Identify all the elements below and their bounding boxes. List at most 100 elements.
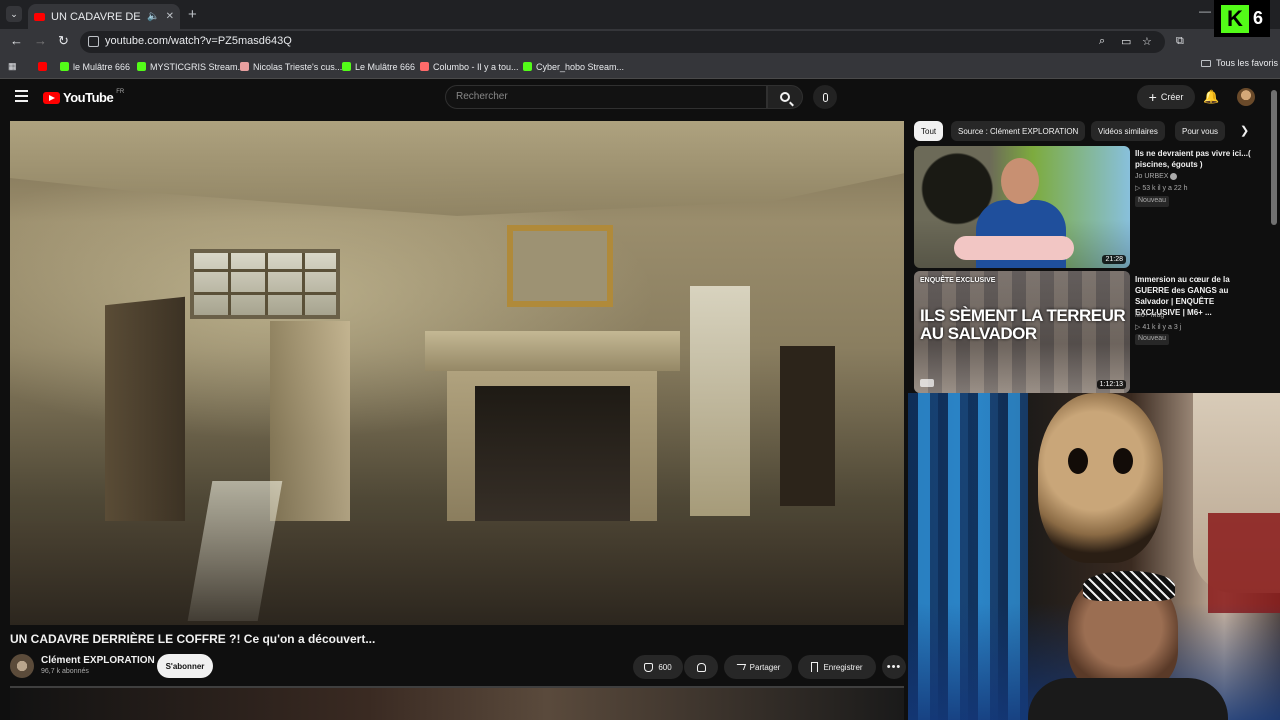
share-button[interactable]: Partager <box>724 655 792 679</box>
new-badge: Nouveau <box>1135 196 1170 207</box>
dislike-button[interactable] <box>684 655 718 679</box>
bookmark-5[interactable]: Columbo - Il y a tou... <box>420 58 519 75</box>
bookmark-4[interactable]: Le Mulâtre 666 <box>342 58 415 75</box>
folder-icon <box>1201 59 1211 67</box>
page-scrollbar[interactable] <box>1271 90 1277 225</box>
youtube-play-icon <box>43 91 60 104</box>
duration-badge: 1:12:13 <box>1096 380 1126 389</box>
webcam-red-fabric <box>1208 513 1280 613</box>
rec-thumbnail[interactable]: 21:28 <box>914 146 1130 268</box>
rec-channel-name: Jo URBEX <box>1135 173 1169 180</box>
save-button[interactable]: Enregistrer <box>798 655 876 679</box>
rec-thumbnail[interactable]: ENQUÊTE EXCLUSIVE ILS SÈMENT LA TERREUR … <box>914 271 1130 393</box>
chip-all[interactable]: Tout <box>914 121 944 141</box>
share-label: Partager <box>749 662 781 672</box>
rec-title[interactable]: Ils ne devraient pas vivre ici...( pisci… <box>1135 148 1260 170</box>
bookmark-label: Le Mulâtre 666 <box>355 61 416 72</box>
thumbs-up-icon <box>644 662 654 672</box>
tab-close-icon[interactable]: ✕ <box>166 11 174 22</box>
video-player[interactable] <box>10 121 904 625</box>
rec-meta: ▷ 41 k il y a 3 j <box>1135 324 1182 331</box>
more-icon: ••• <box>886 661 902 673</box>
verified-icon <box>1170 172 1178 180</box>
scene-window <box>190 249 340 319</box>
bookmark-star-icon[interactable]: ☆ <box>1142 35 1152 48</box>
bookmark-icon <box>240 62 249 71</box>
create-label: Créer <box>1160 92 1184 102</box>
channel-name[interactable]: Clément EXPLORATION <box>41 655 155 666</box>
menu-icon[interactable] <box>15 90 28 105</box>
rec-channel[interactable]: M6+ Mag <box>1135 310 1164 322</box>
bookmark-youtube[interactable] <box>38 58 47 75</box>
microphone-icon <box>822 92 828 102</box>
share-icon <box>734 664 746 670</box>
url-text[interactable]: youtube.com/watch?v=PZ5masd643Q <box>105 35 292 47</box>
bookmark-label: Columbo - Il y a tou... <box>433 61 519 72</box>
bookmark-2[interactable]: MYSTICGRIS Stream... <box>137 58 245 75</box>
speaker-icon[interactable]: 🔈 <box>147 11 159 22</box>
bookmark-6[interactable]: Cyber_hobo Stream... <box>523 58 624 75</box>
bookmark-3[interactable]: Nicolas Trieste's cus... <box>240 58 342 75</box>
youtube-favicon-icon <box>34 12 45 21</box>
watched-progress <box>920 379 934 387</box>
youtube-logo[interactable]: YouTube FR <box>43 89 124 105</box>
scene-gilded-frame <box>507 225 613 307</box>
scene-door-right <box>690 286 750 516</box>
minimize-window-icon[interactable]: — <box>1199 4 1211 18</box>
apps-grid-icon[interactable]: ▦ <box>8 58 17 75</box>
bookmark-icon <box>342 62 351 71</box>
skull-eye <box>1113 448 1133 474</box>
kick-badge-number: 6 <box>1252 8 1263 28</box>
all-favorites[interactable]: Tous les favoris <box>1201 58 1278 68</box>
bookmark-icon <box>420 62 429 71</box>
kick-overlay-badge: K 6 <box>1214 0 1270 37</box>
subscriber-count: 96,7 k abonnés <box>41 668 89 675</box>
chip-source[interactable]: Source : Clément EXPLORATION <box>951 121 1086 141</box>
chevron-right-icon[interactable]: ❯ <box>1240 124 1249 137</box>
scene-doorway <box>780 346 835 506</box>
streamer-shirt <box>1028 678 1228 720</box>
chip-similar[interactable]: Vidéos similaires <box>1091 121 1165 141</box>
rec-channel[interactable]: Jo URBEX <box>1135 171 1178 183</box>
voice-search-button[interactable] <box>813 85 837 109</box>
new-badge: Nouveau <box>1135 334 1170 345</box>
new-tab-button[interactable]: + <box>188 6 197 23</box>
youtube-icon <box>38 62 47 71</box>
account-avatar[interactable] <box>1237 88 1255 106</box>
bookmark-icon <box>60 62 69 71</box>
tab-search-button[interactable]: ⌄ <box>6 6 22 22</box>
chip-for-you[interactable]: Pour vous <box>1175 121 1226 141</box>
reload-icon[interactable]: ↻ <box>58 33 69 49</box>
like-button[interactable]: 600 <box>633 655 683 679</box>
extensions-icon[interactable]: ⧉ <box>1176 35 1184 48</box>
search-button[interactable] <box>767 85 803 109</box>
browser-tab-active[interactable]: UN CADAVRE DERRIÈRE LE 🔈 ✕ <box>28 4 180 29</box>
forward-icon[interactable]: → <box>34 33 47 48</box>
zoom-icon[interactable]: ⌕ <box>1099 35 1105 48</box>
subscribe-button[interactable]: S'abonner <box>157 654 213 678</box>
create-button[interactable]: + Créer <box>1137 85 1195 109</box>
search-icon <box>780 92 790 102</box>
bookmark-label: MYSTICGRIS Stream... <box>150 61 246 72</box>
kick-logo: K <box>1220 4 1249 33</box>
thumbs-down-icon <box>696 662 706 672</box>
back-icon[interactable]: ← <box>10 33 23 48</box>
channel-avatar[interactable] <box>10 654 34 678</box>
duration-badge: 21:28 <box>1102 255 1126 264</box>
scene-ceiling <box>10 121 904 216</box>
scene-hearth <box>475 386 630 541</box>
kick-icon <box>523 62 532 71</box>
description-preview <box>10 686 904 720</box>
webcam-overlay <box>908 393 1280 720</box>
save-icon <box>811 662 819 672</box>
all-favorites-label: Tous les favoris <box>1216 58 1279 68</box>
kick-icon <box>137 62 146 71</box>
more-actions-button[interactable]: ••• <box>882 655 906 679</box>
scene-mantel <box>425 331 680 371</box>
youtube-logo-text: YouTube <box>63 90 114 105</box>
bookmark-1[interactable]: le Mulâtre 666 <box>60 58 130 75</box>
cast-icon[interactable]: ▭ <box>1121 35 1131 48</box>
notifications-bell-icon[interactable]: 🔔 <box>1203 89 1219 105</box>
site-info-icon[interactable] <box>88 36 99 47</box>
search-input[interactable]: Rechercher <box>445 85 767 109</box>
